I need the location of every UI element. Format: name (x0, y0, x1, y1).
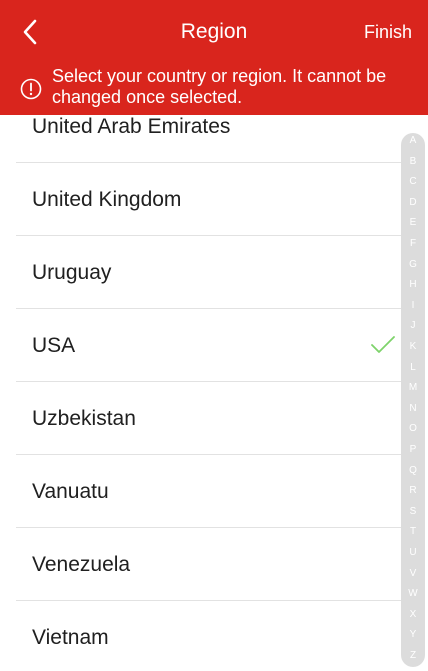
index-letter[interactable]: A (401, 135, 425, 147)
index-letter[interactable]: R (401, 485, 425, 497)
notice-banner: Select your country or region. It cannot… (20, 66, 420, 110)
index-letter[interactable]: Y (401, 629, 425, 641)
index-letter[interactable]: H (401, 279, 425, 291)
region-row[interactable]: Venezuela (0, 528, 428, 601)
index-letter[interactable]: M (401, 382, 425, 394)
index-letter[interactable]: U (401, 547, 425, 559)
region-row[interactable]: United Arab Emirates (0, 115, 428, 163)
index-letter[interactable]: L (401, 362, 425, 374)
index-letter[interactable]: O (401, 423, 425, 435)
index-letter[interactable]: W (401, 588, 425, 600)
region-name: Uruguay (32, 261, 112, 284)
index-letter[interactable]: J (401, 320, 425, 332)
checkmark-icon (371, 336, 395, 353)
top-bar: Region Finish (0, 0, 428, 64)
region-row[interactable]: Uruguay (0, 236, 428, 309)
region-name: United Arab Emirates (32, 115, 231, 138)
index-letter[interactable]: N (401, 403, 425, 415)
region-name: Venezuela (32, 553, 131, 576)
notice-text: Select your country or region. It cannot… (52, 66, 387, 107)
region-row[interactable]: Vietnam (0, 601, 428, 671)
region-name: United Kingdom (32, 188, 182, 211)
index-letter[interactable]: V (401, 568, 425, 580)
index-letter[interactable]: P (401, 444, 425, 456)
region-name: Vanuatu (32, 480, 109, 503)
alphabet-index-bar[interactable]: ABCDEFGHIJKLMNOPQRSTUVWXYZ (401, 133, 425, 667)
index-letter[interactable]: K (401, 341, 425, 353)
region-row[interactable]: USA (0, 309, 428, 382)
index-letter[interactable]: I (401, 300, 425, 312)
region-name: Vietnam (32, 626, 109, 649)
region-name: USA (32, 334, 76, 357)
region-row[interactable]: Uzbekistan (0, 382, 428, 455)
index-letter[interactable]: Q (401, 465, 425, 477)
region-row[interactable]: United Kingdom (0, 163, 428, 236)
finish-button[interactable]: Finish (364, 20, 412, 44)
index-letter[interactable]: G (401, 259, 425, 271)
index-letter[interactable]: S (401, 506, 425, 518)
region-name: Uzbekistan (32, 407, 136, 430)
region-list: United Arab Emirates United Kingdom Urugua… (0, 115, 428, 671)
index-letter[interactable]: C (401, 176, 425, 188)
index-letter[interactable]: F (401, 238, 425, 250)
index-letter[interactable]: E (401, 217, 425, 229)
index-letter[interactable]: Z (401, 650, 425, 662)
region-row[interactable]: Vanuatu (0, 455, 428, 528)
index-letter[interactable]: B (401, 156, 425, 168)
index-letter[interactable]: D (401, 197, 425, 209)
index-letter[interactable]: X (401, 609, 425, 621)
header-bar: Region Finish Select your country or reg… (0, 0, 428, 115)
index-letter[interactable]: T (401, 526, 425, 538)
exclamation-circle-icon (20, 78, 42, 100)
